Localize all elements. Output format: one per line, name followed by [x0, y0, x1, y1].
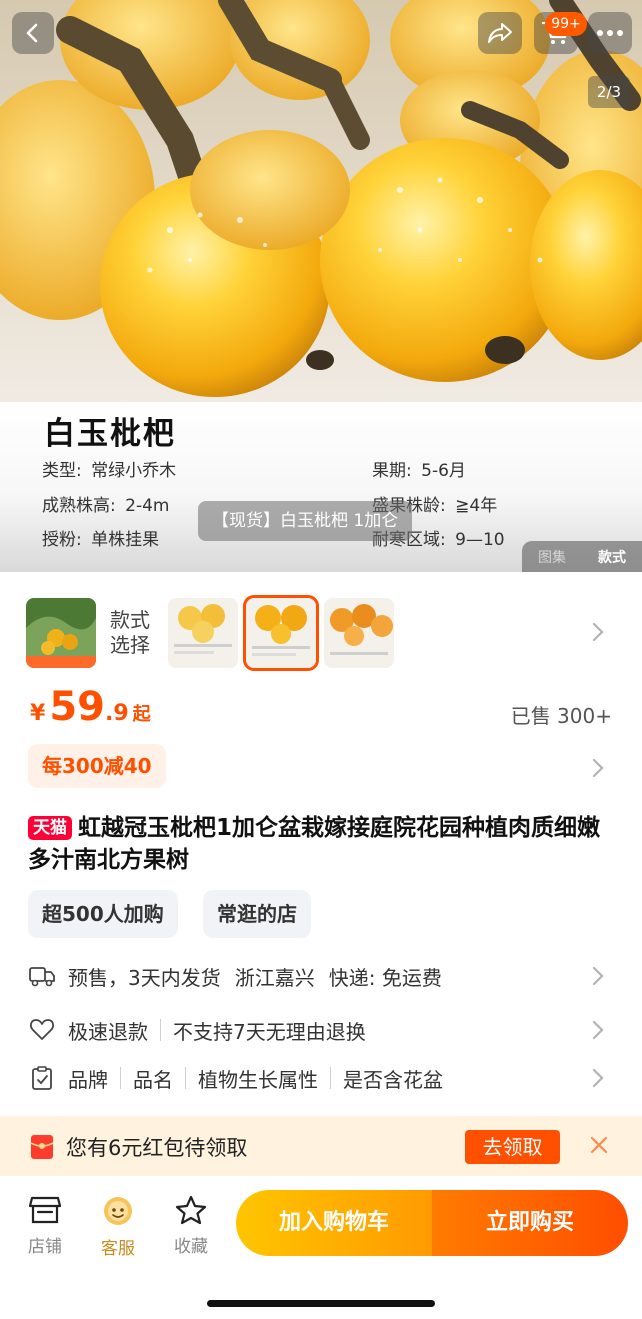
- product-image-gallery[interactable]: 白玉枇杷 类型: 常绿小乔木 果期: 5-6月 成熟株高: 2-4m 盛果株龄:…: [0, 0, 642, 572]
- variant-thumb-image: [26, 598, 96, 668]
- spec-row-height: 成熟株高: 2-4m: [42, 496, 170, 516]
- add-to-cart-button[interactable]: 加入购物车: [236, 1190, 432, 1256]
- truck-icon: [28, 962, 56, 990]
- shop-button[interactable]: 店铺: [20, 1194, 70, 1257]
- more-button[interactable]: [588, 12, 632, 54]
- refund-row[interactable]: 极速退款 不支持7天无理由退换: [28, 1010, 612, 1050]
- chevron-right-icon: [592, 1020, 604, 1040]
- sold-count: 已售 300+: [510, 704, 612, 728]
- close-icon[interactable]: [588, 1134, 610, 1156]
- loquat-photo: [0, 0, 642, 402]
- variant-thumb-4[interactable]: [324, 598, 394, 668]
- buy-now-button[interactable]: 立即购买: [432, 1190, 628, 1256]
- more-icon: [597, 30, 623, 36]
- variant-thumb-2[interactable]: [168, 598, 238, 668]
- red-packet-banner[interactable]: 您有6元红包待领取 去领取: [0, 1116, 642, 1176]
- chevron-right-icon: [592, 1068, 604, 1088]
- shipping-row[interactable]: 预售，3天内发货 浙江嘉兴 快递: 免运费: [28, 956, 612, 996]
- tab-gallery[interactable]: 图集: [538, 547, 566, 567]
- red-packet-text: 您有6元红包待领取: [66, 1136, 248, 1160]
- chevron-right-icon: [592, 966, 604, 986]
- variant-selector[interactable]: 款式 选择: [26, 595, 402, 671]
- favorite-button[interactable]: 收藏: [166, 1194, 216, 1257]
- product-title: 天猫 虹越冠玉枇杷1加仑盆栽嫁接庭院花园种植肉质细嫩多汁南北方果树: [28, 815, 601, 873]
- star-icon: [175, 1195, 207, 1225]
- customer-service-icon: [104, 1197, 132, 1225]
- price: ¥ 59 .9 起: [30, 684, 151, 730]
- red-packet-icon: [30, 1135, 54, 1159]
- params-row[interactable]: 品牌 品名 植物生长属性 是否含花盆: [28, 1058, 612, 1098]
- tmall-badge: 天猫: [28, 816, 72, 840]
- chevron-right-icon[interactable]: [590, 620, 606, 644]
- cart-count-badge: 99+: [545, 12, 587, 36]
- claim-button[interactable]: 去领取: [465, 1130, 560, 1164]
- store-icon: [28, 1196, 62, 1224]
- promotion-tag[interactable]: 每300减40: [28, 744, 166, 788]
- image-caption: 【现货】白玉枇杷 1加仑: [198, 501, 413, 541]
- variant-thumb-image: [168, 598, 238, 668]
- clipboard-icon: [28, 1064, 56, 1092]
- heart-icon: [28, 1016, 56, 1044]
- variant-label: 款式 选择: [110, 608, 150, 657]
- share-button[interactable]: [478, 12, 522, 54]
- chip-frequent-shop[interactable]: 常逛的店: [203, 890, 311, 938]
- variant-thumb-1[interactable]: [26, 598, 96, 668]
- gallery-tabs: 图集 款式: [522, 541, 642, 572]
- spec-row-fruit-period: 果期: 5-6月: [372, 461, 466, 481]
- customer-service-button[interactable]: 客服: [93, 1194, 143, 1259]
- tab-style[interactable]: 款式: [598, 547, 626, 567]
- variant-thumb-3-selected[interactable]: [243, 595, 319, 671]
- chip-add-to-cart-count[interactable]: 超500人加购: [28, 890, 178, 938]
- spec-row-pollination: 授粉: 单株挂果: [42, 530, 160, 550]
- spec-title: 白玉枇杷: [44, 416, 176, 452]
- back-button[interactable]: [12, 12, 54, 54]
- bottom-action-bar: 店铺 客服 收藏 加入购物车 立即购买: [0, 1176, 642, 1319]
- share-icon: [488, 23, 512, 43]
- chevron-left-icon: [26, 23, 38, 43]
- spec-row-type: 类型: 常绿小乔木: [42, 461, 177, 481]
- product-detail: 款式 选择 ¥ 59 .9 起 已售 300+ 每300减40 天猫 虹越冠玉枇…: [0, 572, 642, 1319]
- variant-thumb-image: [324, 598, 394, 668]
- chevron-right-icon[interactable]: [590, 756, 606, 780]
- home-indicator: [207, 1300, 435, 1307]
- image-page-indicator: 2/3: [588, 76, 630, 108]
- variant-thumb-image: [246, 598, 316, 668]
